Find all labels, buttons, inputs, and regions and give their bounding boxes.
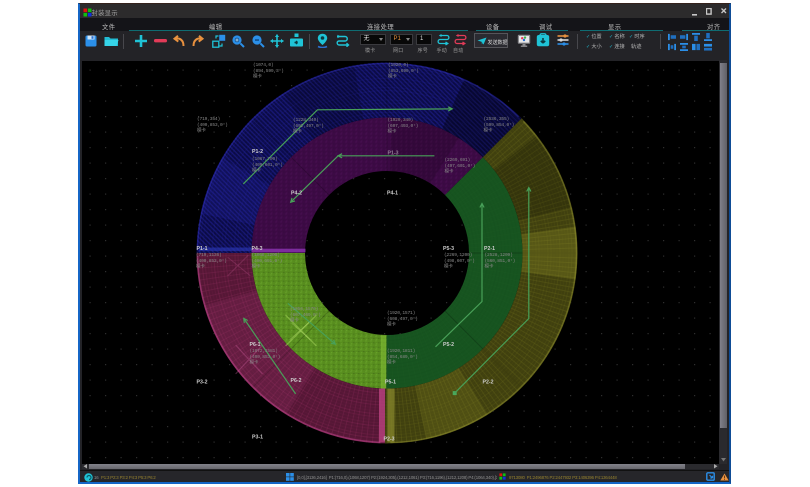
svg-text:(2536,355): (2536,355) bbox=[484, 116, 510, 122]
svg-text:(1228,340): (1228,340) bbox=[293, 117, 319, 123]
svg-text:(1056,1570): (1056,1570) bbox=[290, 306, 318, 312]
svg-text:模卡: 模卡 bbox=[290, 316, 299, 323]
svg-text:(409,601,0°): (409,601,0°) bbox=[252, 161, 283, 167]
svg-text:(853,690,0°): (853,690,0°) bbox=[388, 67, 419, 73]
svg-text:模卡: 模卡 bbox=[484, 126, 493, 133]
svg-text:P1-3: P1-3 bbox=[388, 150, 399, 156]
svg-text:P2-3: P2-3 bbox=[384, 436, 395, 442]
svg-text:P2-1: P2-1 bbox=[484, 245, 495, 251]
svg-text:(1067,700): (1067,700) bbox=[252, 156, 278, 162]
svg-text:模卡: 模卡 bbox=[253, 72, 262, 79]
svg-text:P1-2: P1-2 bbox=[252, 148, 263, 154]
svg-text:(400,853,0°): (400,853,0°) bbox=[196, 257, 227, 263]
svg-text:P6-1: P6-1 bbox=[250, 341, 261, 347]
svg-text:模卡: 模卡 bbox=[196, 262, 205, 269]
svg-text:(719,1136): (719,1136) bbox=[196, 252, 222, 258]
svg-text:(607,469,0°): (607,469,0°) bbox=[290, 311, 321, 317]
svg-text:(602,497,0°): (602,497,0°) bbox=[293, 122, 324, 128]
svg-text:P3-2: P3-2 bbox=[197, 379, 208, 385]
svg-text:模卡: 模卡 bbox=[252, 262, 261, 269]
svg-text:模卡: 模卡 bbox=[388, 127, 397, 134]
svg-text:模卡: 模卡 bbox=[388, 72, 397, 79]
svg-text:(1920,1571): (1920,1571) bbox=[387, 310, 415, 316]
svg-text:模卡: 模卡 bbox=[197, 126, 206, 133]
svg-text:模卡: 模卡 bbox=[252, 166, 261, 173]
svg-text:(2528,1209): (2528,1209) bbox=[485, 252, 513, 258]
svg-text:P3-1: P3-1 bbox=[252, 434, 263, 440]
svg-text:(497,601,0°): (497,601,0°) bbox=[445, 162, 476, 168]
svg-text:(1920,0): (1920,0) bbox=[388, 62, 408, 68]
svg-text:P1-1: P1-1 bbox=[197, 245, 208, 251]
svg-text:(1072,1581): (1072,1581) bbox=[250, 348, 278, 354]
svg-text:(1920,340): (1920,340) bbox=[388, 117, 414, 123]
svg-text:P2-2: P2-2 bbox=[483, 379, 494, 385]
svg-text:(854,599,3°): (854,599,3°) bbox=[253, 67, 284, 73]
svg-text:P4-1: P4-1 bbox=[387, 190, 398, 196]
svg-text:P5-1: P5-1 bbox=[385, 379, 396, 385]
svg-text:(1920,1811): (1920,1811) bbox=[387, 348, 415, 354]
svg-text:(400,853,0°): (400,853,0°) bbox=[197, 121, 228, 127]
svg-text:(607,493,0°): (607,493,0°) bbox=[388, 122, 419, 128]
svg-text:模卡: 模卡 bbox=[387, 320, 396, 327]
svg-text:模卡: 模卡 bbox=[250, 358, 259, 365]
svg-text:模卡: 模卡 bbox=[445, 167, 454, 174]
svg-text:(599,854,0°): (599,854,0°) bbox=[484, 121, 515, 127]
svg-text:(1074,0): (1074,0) bbox=[253, 62, 273, 68]
svg-text:P5-2: P5-2 bbox=[443, 341, 454, 347]
svg-text:(854,689,0°): (854,689,0°) bbox=[387, 353, 418, 359]
svg-text:P6-2: P6-2 bbox=[291, 377, 302, 383]
svg-text:(498,607,0°): (498,607,0°) bbox=[444, 257, 475, 263]
svg-text:(2269,1200): (2269,1200) bbox=[444, 252, 472, 258]
svg-text:P4-3: P4-3 bbox=[252, 245, 263, 251]
svg-text:(1068,1200): (1068,1200) bbox=[252, 252, 280, 258]
svg-text:(400,691,0°): (400,691,0°) bbox=[252, 257, 283, 263]
svg-text:P5-3: P5-3 bbox=[443, 245, 454, 251]
svg-text:(719,354): (719,354) bbox=[197, 116, 220, 122]
svg-text:P4-2: P4-2 bbox=[291, 190, 302, 196]
svg-text:模卡: 模卡 bbox=[293, 127, 302, 134]
svg-text:模卡: 模卡 bbox=[387, 358, 396, 365]
svg-text:(560,851,0°): (560,851,0°) bbox=[485, 257, 516, 263]
svg-text:模卡: 模卡 bbox=[485, 262, 494, 269]
svg-text:(409,853,0°): (409,853,0°) bbox=[250, 353, 281, 359]
svg-text:模卡: 模卡 bbox=[444, 262, 453, 269]
svg-text:(608,497,0°): (608,497,0°) bbox=[387, 315, 418, 321]
svg-text:(2269,691): (2269,691) bbox=[445, 157, 471, 163]
